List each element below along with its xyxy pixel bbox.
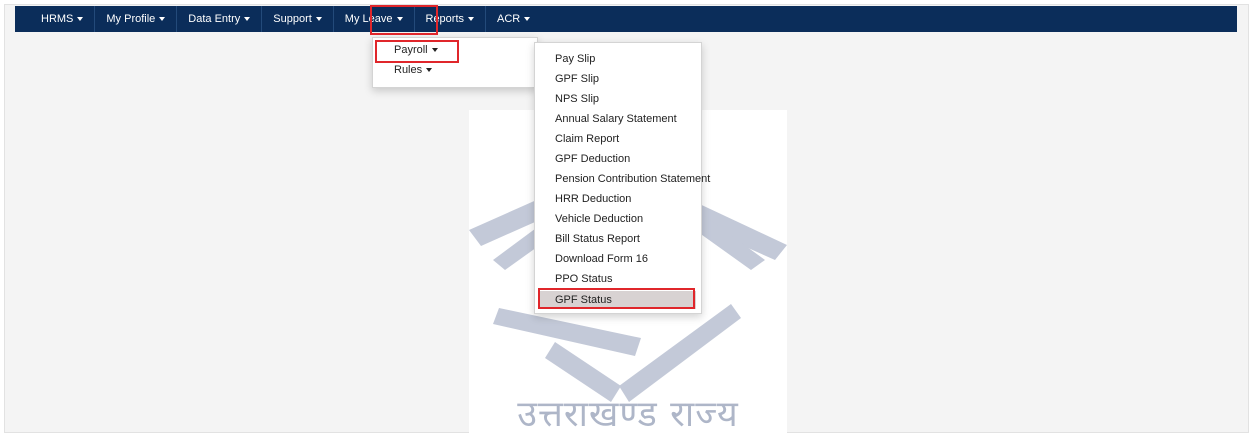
- nav-acr[interactable]: ACR: [486, 6, 541, 32]
- menu-item-pension-contribution-statement[interactable]: Pension Contribution Statement: [555, 173, 710, 185]
- caret-down-icon: [315, 17, 322, 21]
- nav-my-profile[interactable]: My Profile: [95, 6, 178, 32]
- nav-my-leave[interactable]: My Leave: [334, 6, 415, 32]
- menu-item-pay-slip[interactable]: Pay Slip: [555, 53, 701, 65]
- nav-reports[interactable]: Reports: [415, 6, 487, 32]
- nav-label: ACR: [497, 13, 521, 25]
- caret-down-icon: [77, 17, 84, 21]
- menu-item-annual-salary-statement[interactable]: Annual Salary Statement: [555, 113, 701, 125]
- nav-label: My Leave: [344, 13, 393, 25]
- nav-label: Data Entry: [188, 13, 241, 25]
- menu-item-gpf-slip[interactable]: GPF Slip: [555, 73, 701, 85]
- caret-down-icon: [426, 68, 433, 73]
- reports-dropdown-menu: Payroll Rules: [372, 37, 538, 88]
- nav-label: HRMS: [41, 13, 74, 25]
- nav-label: My Profile: [106, 13, 156, 25]
- caret-down-icon: [431, 48, 438, 53]
- nav-label: Reports: [425, 13, 465, 25]
- emblem-text: उत्तराखण्ड राज्य: [517, 394, 739, 435]
- menu-item-ppo-status[interactable]: PPO Status: [555, 273, 701, 285]
- payroll-submenu: Pay Slip GPF Slip NPS Slip Annual Salary…: [534, 42, 710, 314]
- menu-item-bill-status-report[interactable]: Bill Status Report: [555, 233, 701, 245]
- menu-item-label: Rules: [394, 64, 423, 76]
- menu-item-download-form-16[interactable]: Download Form 16: [555, 253, 701, 265]
- caret-down-icon: [396, 17, 403, 21]
- caret-down-icon: [468, 17, 475, 21]
- caret-down-icon: [524, 17, 531, 21]
- menu-item-vehicle-deduction[interactable]: Vehicle Deduction: [555, 213, 701, 225]
- caret-down-icon: [159, 17, 166, 21]
- nav-data-entry[interactable]: Data Entry: [177, 6, 263, 32]
- caret-down-icon: [244, 17, 251, 21]
- nav-support[interactable]: Support: [262, 6, 334, 32]
- menu-item-nps-slip[interactable]: NPS Slip: [555, 93, 701, 105]
- menu-item-label: Payroll: [394, 44, 428, 56]
- menu-item-rules[interactable]: Rules: [394, 64, 537, 76]
- menu-item-gpf-deduction[interactable]: GPF Deduction: [555, 153, 701, 165]
- menu-item-gpf-status[interactable]: GPF Status: [540, 291, 696, 309]
- nav-hrms[interactable]: HRMS: [15, 6, 96, 32]
- menu-item-payroll[interactable]: Payroll: [394, 44, 537, 56]
- menu-item-claim-report[interactable]: Claim Report: [555, 133, 701, 145]
- nav-label: Support: [273, 13, 312, 25]
- top-navbar: HRMS My Profile Data Entry Support My Le…: [15, 6, 1237, 32]
- menu-item-hrr-deduction[interactable]: HRR Deduction: [555, 193, 701, 205]
